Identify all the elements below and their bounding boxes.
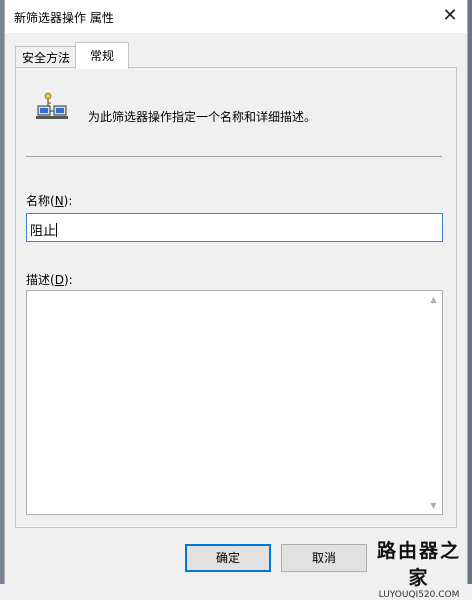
desc-label-suffix: ): [63, 273, 73, 287]
description-field-label: 描述(D): [26, 271, 73, 288]
cancel-button[interactable]: 取消 [281, 544, 367, 572]
text-caret [56, 223, 58, 237]
description-textarea[interactable]: ▲ ▼ [26, 290, 443, 515]
name-label-prefix: 名称( [26, 194, 55, 208]
watermark-sub-text: LUYOUQI520.COM [378, 590, 460, 600]
window-title: 新筛选器操作 属性 [14, 11, 114, 25]
watermark-main-text: 路由器之家 [376, 540, 461, 589]
title-bar[interactable]: 新筛选器操作 属性 ✕ [5, 0, 467, 33]
background-window-edge-right [468, 0, 472, 584]
section-divider [26, 156, 442, 157]
site-watermark: 路由器之家 LUYOUQI520.COM [370, 536, 468, 600]
desc-label-prefix: 描述( [26, 273, 55, 287]
chevron-down-icon[interactable]: ▼ [425, 497, 442, 514]
name-label-mnemonic: N [54, 194, 64, 208]
name-input[interactable]: 阻止 [26, 213, 443, 242]
desc-label-mnemonic: D [54, 273, 64, 287]
name-field-label: 名称(N): [26, 192, 72, 209]
vertical-scrollbar[interactable]: ▲ ▼ [425, 291, 442, 514]
ok-button[interactable]: 确定 [185, 544, 271, 572]
tab-security-methods[interactable]: 安全方法 [15, 46, 77, 69]
name-input-value: 阻止 [30, 224, 57, 239]
close-icon[interactable]: ✕ [439, 5, 461, 27]
name-label-suffix: ): [63, 194, 73, 208]
chevron-up-icon[interactable]: ▲ [425, 291, 442, 308]
general-description-text: 为此筛选器操作指定一个名称和详细描述。 [88, 110, 317, 124]
network-computers-key-icon [36, 92, 68, 119]
tab-general[interactable]: 常规 [75, 42, 129, 69]
